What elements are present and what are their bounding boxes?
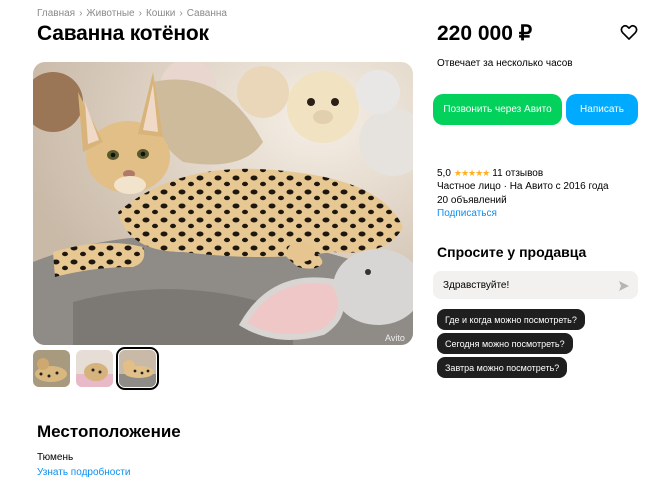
seller-info: Частное лицо · На Авито с 2016 года — [437, 181, 609, 192]
quick-question-chip[interactable]: Сегодня можно посмотреть? — [437, 333, 573, 354]
send-arrow-icon[interactable] — [618, 279, 630, 291]
reviews-count: 11 отзывов — [492, 168, 544, 179]
location-section-title: Местоположение — [37, 422, 181, 441]
thumbnail-3[interactable] — [116, 347, 159, 390]
breadcrumb-item-animals[interactable]: Животные — [86, 8, 134, 19]
seller-rating[interactable]: 5,0 ★★★★★ 11 отзывов — [437, 168, 543, 179]
page-title: Саванна котёнок — [37, 22, 209, 45]
breadcrumb-separator: › — [138, 8, 142, 19]
price: 220 000 ₽ — [437, 22, 533, 45]
star-icon: ★★★★★ — [453, 168, 490, 178]
quick-question-chip[interactable]: Где и когда можно посмотреть? — [437, 309, 585, 330]
breadcrumb-separator: › — [179, 8, 183, 19]
response-time: Отвечает за несколько часов — [437, 58, 573, 69]
thumbnail-2[interactable] — [76, 350, 113, 387]
breadcrumb-item-savannah[interactable]: Саванна — [187, 8, 227, 19]
photo-watermark: Avito — [385, 333, 405, 343]
breadcrumb-item-cats[interactable]: Кошки — [146, 8, 175, 19]
breadcrumb-item-home[interactable]: Главная — [37, 8, 75, 19]
breadcrumb: Главная › Животные › Кошки › Саванна — [37, 8, 227, 19]
main-photo[interactable]: Avito — [33, 62, 413, 345]
rating-value: 5,0 — [437, 168, 451, 179]
write-button[interactable]: Написать — [566, 94, 638, 125]
heart-icon[interactable] — [619, 22, 639, 42]
thumbnail-1[interactable] — [33, 350, 70, 387]
seller-ads-count[interactable]: 20 объявлений — [437, 195, 507, 206]
quick-question-chip[interactable]: Завтра можно посмотреть? — [437, 357, 568, 378]
thumbnail-strip — [33, 347, 159, 390]
breadcrumb-separator: › — [79, 8, 83, 19]
ask-seller-title: Спросите у продавца — [437, 244, 587, 260]
subscribe-link[interactable]: Подписаться — [437, 208, 497, 219]
location-city: Тюмень — [37, 452, 74, 463]
location-details-link[interactable]: Узнать подробности — [37, 467, 131, 478]
message-input[interactable] — [433, 271, 638, 299]
call-button[interactable]: Позвонить через Авито — [433, 94, 562, 125]
